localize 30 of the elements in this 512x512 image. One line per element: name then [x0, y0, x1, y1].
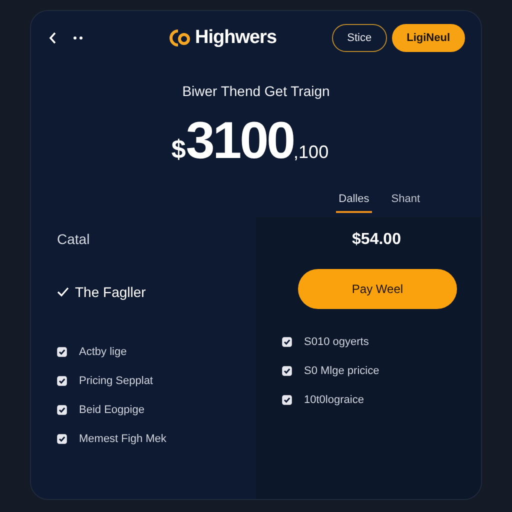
feature-label: Memest Figh Mek	[79, 432, 166, 444]
checked-checkbox-icon[interactable]	[282, 336, 292, 346]
tab[interactable]: Shant	[388, 193, 423, 213]
feature-label: Pricing Sepplat	[79, 374, 153, 386]
logo-icon	[169, 28, 191, 48]
pay-button[interactable]: Pay Weel	[298, 269, 457, 309]
checked-checkbox-icon[interactable]	[282, 394, 292, 404]
feature-label: S010 ogyerts	[304, 336, 369, 348]
feature-label: Beid Eogpige	[79, 404, 144, 416]
price-fraction: ,100	[294, 142, 329, 163]
total-price: $54.00	[351, 231, 402, 250]
currency-sign: $	[171, 134, 186, 165]
tab[interactable]: Dalles	[336, 193, 372, 213]
primary-button[interactable]: LigiNeul	[392, 24, 465, 52]
checked-checkbox-icon[interactable]	[57, 404, 67, 414]
section-label: Catal	[57, 231, 91, 249]
back-icon[interactable]	[49, 32, 57, 44]
checked-checkbox-icon[interactable]	[282, 366, 292, 376]
plan-name: The Fagller	[75, 284, 146, 300]
feature-label: S0 Mlge pricice	[304, 364, 380, 376]
tagline: Biwer Thend Get Traign	[181, 83, 331, 99]
price-amount: 3100	[186, 111, 294, 171]
checked-checkbox-icon[interactable]	[57, 346, 67, 356]
feature-label: 10t0lograice	[304, 394, 364, 406]
checked-checkbox-icon[interactable]	[57, 376, 67, 386]
outline-button[interactable]: Stice	[332, 24, 387, 52]
more-icon[interactable]	[73, 36, 83, 40]
feature-label: Actby lige	[79, 346, 127, 358]
checked-checkbox-icon[interactable]	[57, 434, 67, 444]
brand-name: Highwers	[195, 27, 277, 49]
